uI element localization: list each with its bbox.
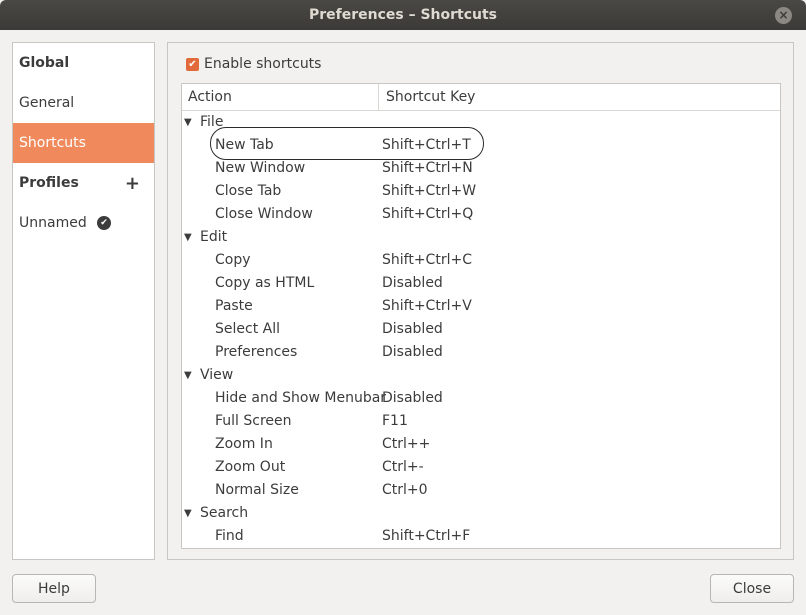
shortcut-key[interactable]: Disabled — [382, 341, 443, 364]
close-button[interactable]: Close — [710, 574, 794, 603]
shortcut-action: Full Screen — [215, 413, 292, 429]
tree-group-label: Search — [200, 505, 249, 521]
shortcut-action: Normal Size — [215, 482, 299, 498]
expander-arrow-icon[interactable]: ▼ — [184, 226, 192, 249]
tree-shortcut-row[interactable]: Full Screen F11 — [182, 410, 780, 433]
shortcut-action: Copy — [215, 252, 251, 268]
shortcut-key[interactable]: Shift+Ctrl+V — [382, 295, 472, 318]
shortcut-key[interactable]: Shift+Ctrl+T — [382, 134, 471, 157]
tree-shortcut-row[interactable]: Paste Shift+Ctrl+V — [182, 295, 780, 318]
help-button[interactable]: Help — [12, 574, 96, 603]
shortcut-key[interactable]: Ctrl+0 — [382, 479, 428, 502]
expander-arrow-icon[interactable]: ▼ — [184, 111, 192, 134]
sidebar: Global General Shortcuts Profiles + Unna… — [12, 42, 155, 560]
tree-shortcut-row[interactable]: Preferences Disabled — [182, 341, 780, 364]
shortcut-key[interactable]: Shift+Ctrl+Q — [382, 203, 473, 226]
shortcut-action: Close Tab — [215, 183, 282, 199]
shortcut-action: Hide and Show Menubar — [215, 390, 387, 406]
column-header-shortcut-key[interactable]: Shortcut Key — [380, 84, 475, 110]
tree-rows: ▼ File New Tab Shift+Ctrl+T New Window Shift+… — [182, 111, 780, 548]
shortcut-key[interactable]: Shift+Ctrl+C — [382, 249, 472, 272]
sidebar-item-label: General — [19, 95, 75, 111]
tree-shortcut-row[interactable]: Hide and Show Menubar Disabled — [182, 387, 780, 410]
tree-shortcut-row[interactable]: Normal Size Ctrl+0 — [182, 479, 780, 502]
tree-shortcut-row[interactable]: Find Shift+Ctrl+F — [182, 525, 780, 548]
window-titlebar: Preferences – Shortcuts × — [0, 0, 806, 30]
sidebar-item-shortcuts[interactable]: Shortcuts — [13, 123, 154, 163]
shortcut-action: Preferences — [215, 344, 298, 360]
enable-shortcuts-toggle[interactable]: ✔ Enable shortcuts — [186, 56, 321, 72]
shortcut-key[interactable]: Disabled — [382, 272, 443, 295]
tree-group-row[interactable]: ▼ File — [182, 111, 780, 134]
shortcut-key[interactable]: Ctrl++ — [382, 433, 430, 456]
tree-shortcut-row[interactable]: Close Tab Shift+Ctrl+W — [182, 180, 780, 203]
sidebar-item-profiles[interactable]: Profiles + — [13, 163, 154, 203]
tree-header: Action Shortcut Key — [182, 84, 780, 111]
expander-arrow-icon[interactable]: ▼ — [184, 364, 192, 387]
tree-group-label: File — [200, 114, 224, 130]
shortcut-action: Zoom In — [215, 436, 273, 452]
enable-shortcuts-label: Enable shortcuts — [204, 56, 322, 72]
tree-group-row[interactable]: ▼ Edit — [182, 226, 780, 249]
shortcut-key[interactable]: F11 — [382, 410, 408, 433]
sidebar-item-label: Profiles — [19, 175, 79, 191]
shortcut-key[interactable]: Disabled — [382, 387, 443, 410]
tree-shortcut-row[interactable]: Copy Shift+Ctrl+C — [182, 249, 780, 272]
tree-shortcut-row[interactable]: Zoom In Ctrl++ — [182, 433, 780, 456]
tree-shortcut-row[interactable]: Select All Disabled — [182, 318, 780, 341]
plus-icon[interactable]: + — [125, 173, 140, 194]
sidebar-item-label: Shortcuts — [19, 135, 86, 151]
sidebar-item-global[interactable]: Global — [13, 43, 154, 83]
shortcut-key[interactable]: Ctrl+- — [382, 456, 424, 479]
sidebar-item-general[interactable]: General — [13, 83, 154, 123]
shortcuts-tree[interactable]: Action Shortcut Key ▼ File New Tab Shift+Ct… — [181, 83, 781, 549]
sidebar-item-label: Unnamed — [19, 215, 87, 231]
shortcuts-panel: ✔ Enable shortcuts Action Shortcut Key ▼… — [167, 42, 794, 560]
shortcut-action: Select All — [215, 321, 280, 337]
shortcut-action: Copy as HTML — [215, 275, 315, 291]
tree-shortcut-row[interactable]: New Tab Shift+Ctrl+T — [182, 134, 780, 157]
tree-group-label: Edit — [200, 229, 228, 245]
tree-group-row[interactable]: ▼ Search — [182, 502, 780, 525]
tree-shortcut-row[interactable]: New Window Shift+Ctrl+N — [182, 157, 780, 180]
enable-shortcuts-checkbox[interactable]: ✔ — [186, 57, 199, 71]
check-circle-icon: ✔ — [97, 216, 111, 230]
shortcut-action: New Tab — [215, 137, 274, 153]
window-title: Preferences – Shortcuts — [308, 7, 498, 23]
tree-shortcut-row[interactable]: Close Window Shift+Ctrl+Q — [182, 203, 780, 226]
shortcut-action: Zoom Out — [215, 459, 286, 475]
tree-shortcut-row[interactable]: Copy as HTML Disabled — [182, 272, 780, 295]
shortcut-action: Paste — [215, 298, 253, 314]
tree-group-row[interactable]: ▼ View — [182, 364, 780, 387]
shortcut-key[interactable]: Shift+Ctrl+W — [382, 180, 476, 203]
column-header-action[interactable]: Action — [182, 84, 379, 110]
shortcut-action: Find — [215, 528, 244, 544]
shortcut-key[interactable]: Shift+Ctrl+F — [382, 525, 470, 548]
expander-arrow-icon[interactable]: ▼ — [184, 502, 192, 525]
shortcut-key[interactable]: Shift+Ctrl+N — [382, 157, 473, 180]
window-close-icon[interactable]: × — [775, 7, 792, 24]
shortcut-key[interactable]: Disabled — [382, 318, 443, 341]
tree-group-label: View — [200, 367, 234, 383]
sidebar-item-unnamed[interactable]: Unnamed ✔ — [13, 203, 154, 243]
shortcut-action: Close Window — [215, 206, 313, 222]
tree-shortcut-row[interactable]: Zoom Out Ctrl+- — [182, 456, 780, 479]
sidebar-item-label: Global — [19, 55, 70, 71]
shortcut-action: New Window — [215, 160, 306, 176]
